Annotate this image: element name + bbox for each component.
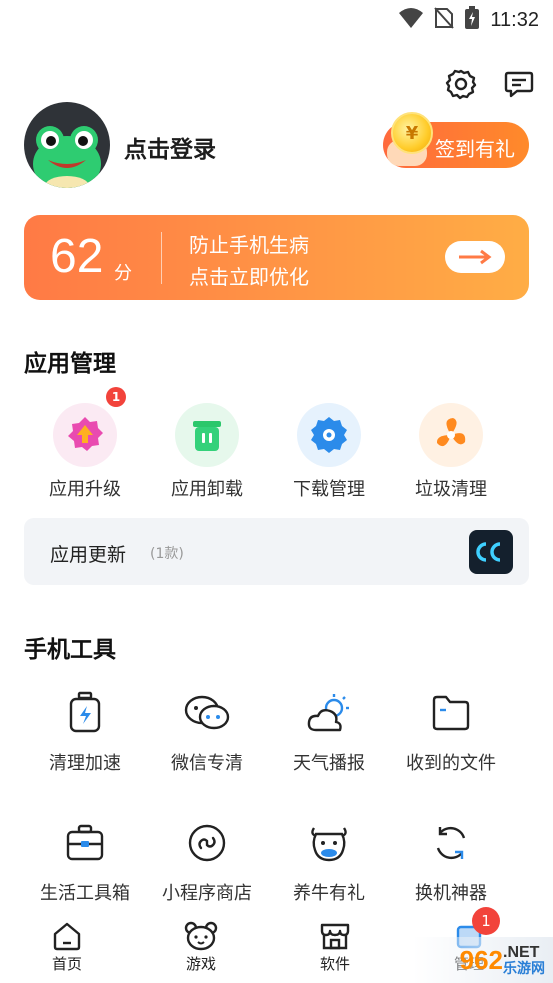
nav-game[interactable]: 游戏 xyxy=(134,913,268,983)
app-update-title: 应用更新 xyxy=(50,544,127,566)
clean-boost-item[interactable]: 清理加速 xyxy=(24,685,146,775)
toolbox-item[interactable]: 生活工具箱 xyxy=(24,815,146,905)
settings-gear-icon[interactable] xyxy=(443,66,479,102)
top-actions xyxy=(443,66,537,102)
score-divider xyxy=(161,232,162,284)
wechat-clean-icon xyxy=(175,685,239,741)
download-manage-item[interactable]: 下载管理 xyxy=(268,403,390,501)
junk-clean-label: 垃圾清理 xyxy=(415,479,487,500)
app-management-title: 应用管理 xyxy=(24,351,116,377)
game-bear-icon xyxy=(184,921,218,951)
pending-update-app-icon xyxy=(469,530,513,574)
battery-icon xyxy=(464,6,480,34)
app-uninstall-item[interactable]: 应用卸载 xyxy=(146,403,268,501)
watermark-text: 乐游网 xyxy=(503,960,545,976)
software-store-icon xyxy=(320,923,350,950)
nav-home[interactable]: 首页 xyxy=(0,913,134,983)
coin-icon: ¥ xyxy=(391,112,433,154)
nav-manage-badge: 1 xyxy=(472,907,500,935)
clean-boost-icon xyxy=(53,685,117,741)
phone-tools-title: 手机工具 xyxy=(24,637,116,663)
mini-program-icon xyxy=(175,815,239,871)
watermark-number: 962 xyxy=(459,944,503,975)
toolbox-icon xyxy=(53,815,117,871)
app-upgrade-icon xyxy=(53,403,117,467)
score-value: 62 xyxy=(50,230,104,283)
avatar[interactable] xyxy=(24,102,110,188)
mini-program-label: 小程序商店 xyxy=(162,883,252,904)
arrow-right-icon xyxy=(459,249,492,265)
message-icon[interactable] xyxy=(501,66,537,102)
phone-switch-icon xyxy=(419,815,483,871)
app-upgrade-label: 应用升级 xyxy=(49,479,121,500)
cow-icon xyxy=(297,815,361,871)
weather-item[interactable]: 天气播报 xyxy=(268,685,390,775)
nav-game-label: 游戏 xyxy=(185,955,216,973)
wechat-clean-label: 微信专清 xyxy=(171,753,243,774)
status-icons: 11:32 xyxy=(398,6,539,34)
junk-clean-item[interactable]: 垃圾清理 xyxy=(390,403,512,501)
clean-boost-label: 清理加速 xyxy=(49,753,121,774)
status-time: 11:32 xyxy=(490,8,539,31)
signin-reward-label: 签到有礼 xyxy=(435,137,515,161)
received-files-label: 收到的文件 xyxy=(406,753,496,774)
mini-program-item[interactable]: 小程序商店 xyxy=(146,815,268,905)
cow-reward-label: 养牛有礼 xyxy=(293,883,365,904)
site-watermark-logo: 962 .NET 乐游网 xyxy=(413,937,553,983)
signin-reward-button[interactable]: ¥ 签到有礼 xyxy=(383,112,529,168)
toolbox-label: 生活工具箱 xyxy=(40,883,130,904)
phone-tools-row-1: 清理加速 微信专清 天气播报 收到的文件 xyxy=(24,685,529,775)
app-uninstall-icon xyxy=(175,403,239,467)
junk-clean-fan-icon xyxy=(419,403,483,467)
watermark-suffix: .NET xyxy=(503,944,540,961)
profile-section: 点击登录 ¥ 签到有礼 xyxy=(24,102,529,190)
weather-label: 天气播报 xyxy=(293,753,365,774)
app-upgrade-item[interactable]: 1 应用升级 xyxy=(24,387,146,501)
score-tip-line1: 防止手机生病 xyxy=(189,233,309,257)
login-link[interactable]: 点击登录 xyxy=(124,130,216,164)
bottom-nav: 首页 游戏 软件 1 管理 962 .NET 乐游网 xyxy=(0,907,553,983)
optimize-score-card[interactable]: 62 分 防止手机生病 点击立即优化 xyxy=(24,215,529,300)
phone-tools-row-2: 生活工具箱 小程序商店 养牛有礼 换机神器 xyxy=(24,815,529,905)
home-icon xyxy=(53,922,81,951)
received-files-item[interactable]: 收到的文件 xyxy=(390,685,512,775)
score-unit: 分 xyxy=(114,263,132,284)
app-update-bar[interactable]: 应用更新 (1款) xyxy=(24,518,529,585)
download-manage-label: 下载管理 xyxy=(293,479,365,500)
app-uninstall-label: 应用卸载 xyxy=(171,479,243,500)
app-upgrade-badge: 1 xyxy=(106,387,126,407)
folder-icon xyxy=(419,685,483,741)
app-management-grid: 1 应用升级 应用卸载 下载管理 垃圾清理 xyxy=(24,387,529,501)
nav-software[interactable]: 软件 xyxy=(268,913,402,983)
cow-reward-item[interactable]: 养牛有礼 xyxy=(268,815,390,905)
score-tip-line2: 点击立即优化 xyxy=(189,265,309,289)
app-update-count: (1款) xyxy=(150,546,184,562)
weather-icon xyxy=(297,685,361,741)
phone-switch-label: 换机神器 xyxy=(415,883,487,904)
phone-switch-item[interactable]: 换机神器 xyxy=(390,815,512,905)
nav-software-label: 软件 xyxy=(319,955,350,973)
status-bar: 11:32 xyxy=(0,0,553,38)
nav-home-label: 首页 xyxy=(51,955,82,973)
wifi-icon xyxy=(398,7,424,33)
no-sim-icon xyxy=(434,7,455,33)
download-manage-icon xyxy=(297,403,361,467)
wechat-clean-item[interactable]: 微信专清 xyxy=(146,685,268,775)
optimize-arrow-button[interactable] xyxy=(445,241,505,273)
